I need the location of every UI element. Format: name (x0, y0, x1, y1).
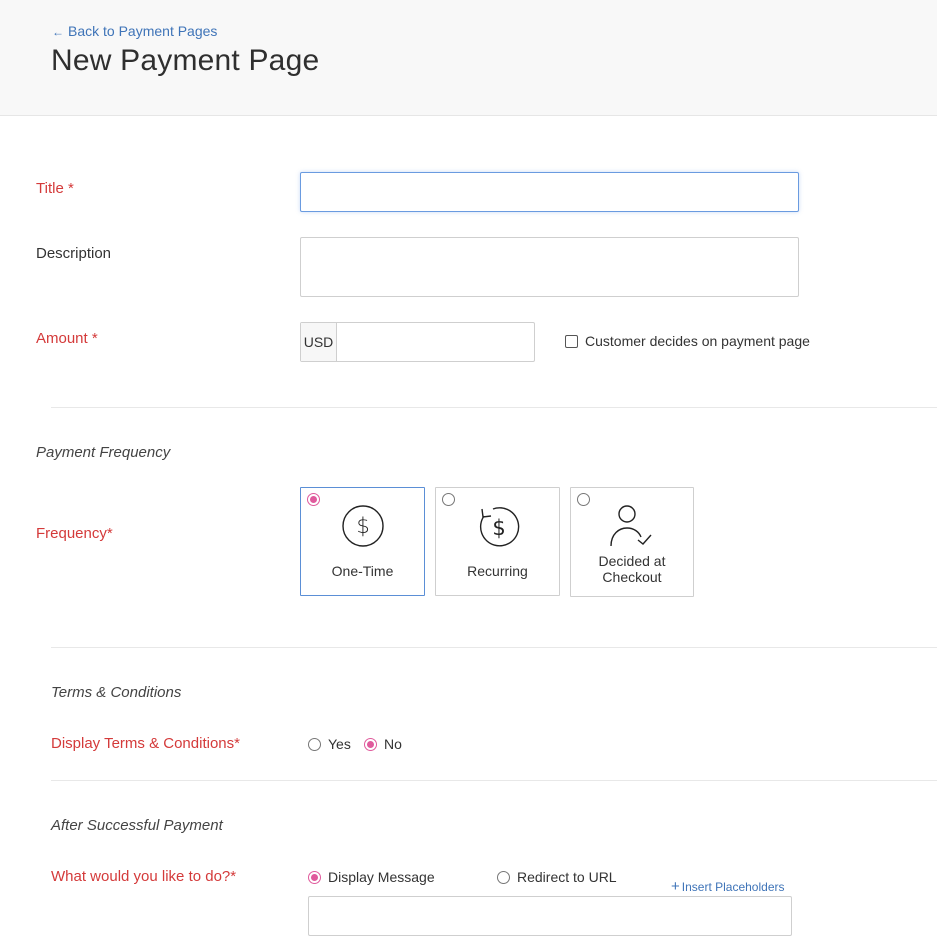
terms-option-no[interactable]: No (364, 736, 402, 752)
frequency-option-one-time[interactable]: $ One-Time (300, 487, 425, 596)
display-message-radio[interactable] (308, 870, 321, 884)
frequency-option-decided-at-checkout[interactable]: Decided at Checkout (570, 487, 694, 597)
description-label: Description (36, 245, 112, 262)
terms-option-yes-label: Yes (328, 736, 351, 752)
customer-decides-checkbox[interactable] (565, 334, 578, 348)
redirect-url-radio[interactable] (497, 870, 510, 884)
section-divider (51, 647, 937, 648)
terms-option-no-label: No (384, 736, 402, 752)
frequency-label-decided-at-checkout: Decided at Checkout (598, 553, 666, 585)
customer-decides-checkbox-row[interactable]: Customer decides on payment page (565, 333, 810, 349)
amount-input[interactable] (337, 323, 534, 361)
currency-prefix: USD (301, 323, 337, 361)
frequency-label-one-time: One-Time (331, 563, 394, 579)
svg-text:$: $ (492, 516, 505, 540)
customer-decides-label: Customer decides on payment page (585, 333, 810, 349)
page-header: ← Back to Payment Pages New Payment Page (0, 0, 937, 116)
section-divider (51, 407, 937, 408)
terms-option-yes[interactable]: Yes (308, 736, 351, 752)
redirect-url-label: Redirect to URL (517, 869, 617, 885)
user-check-icon (610, 505, 652, 547)
frequency-radio-one-time[interactable] (307, 493, 320, 506)
title-input[interactable] (300, 172, 799, 212)
after-payment-option-display-message[interactable]: Display Message (308, 869, 435, 885)
title-label: Title * (36, 180, 74, 197)
arrow-left-icon: ← (52, 25, 64, 39)
after-payment-option-redirect-url[interactable]: Redirect to URL (497, 869, 617, 885)
recurring-dollar-icon: $ (479, 507, 519, 547)
frequency-option-recurring[interactable]: $ Recurring (435, 487, 560, 596)
section-divider (51, 780, 937, 781)
amount-input-group: USD (300, 322, 535, 362)
insert-placeholders-link[interactable]: + Insert Placeholders (671, 878, 785, 895)
plus-icon: + (671, 878, 680, 895)
terms-radio-no[interactable] (364, 737, 377, 751)
terms-section-title: Terms & Conditions (51, 684, 182, 701)
frequency-label: Frequency* (36, 525, 113, 542)
description-input[interactable] (300, 237, 799, 297)
display-terms-label: Display Terms & Conditions* (51, 735, 240, 752)
frequency-radio-recurring[interactable] (442, 493, 455, 506)
frequency-label-recurring: Recurring (467, 563, 528, 579)
terms-radio-yes[interactable] (308, 737, 321, 751)
success-message-input[interactable] (308, 896, 792, 936)
payment-frequency-section-title: Payment Frequency (36, 444, 171, 461)
page-title: New Payment Page (51, 44, 320, 77)
svg-text:$: $ (356, 514, 369, 538)
amount-label: Amount * (36, 330, 98, 347)
frequency-radio-decided-at-checkout[interactable] (577, 493, 590, 506)
dollar-circle-icon: $ (341, 505, 384, 547)
after-payment-action-label: What would you like to do?* (51, 868, 237, 885)
back-to-payment-pages-link[interactable]: ← Back to Payment Pages (52, 23, 217, 39)
display-message-label: Display Message (328, 869, 435, 885)
after-payment-section-title: After Successful Payment (51, 817, 223, 834)
